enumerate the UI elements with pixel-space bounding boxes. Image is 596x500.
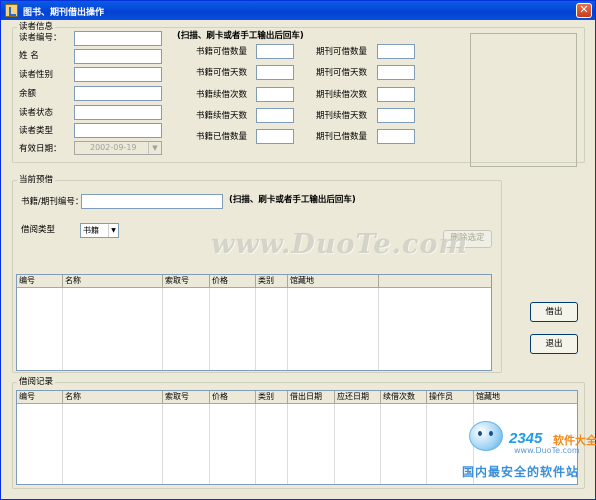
journal-borrowable-count-label: 期刊可借数量 — [316, 47, 368, 57]
current-col-name[interactable]: 名称 — [63, 275, 163, 288]
borrow-type-value: 书籍 — [83, 226, 99, 235]
book-borrowed-count-label: 书籍已借数量 — [196, 132, 248, 142]
close-button[interactable]: ✕ — [576, 3, 592, 18]
book-borrowable-count-label: 书籍可借数量 — [196, 47, 248, 57]
history-col-callno[interactable]: 索取号 — [163, 391, 210, 404]
chevron-down-icon[interactable]: ▼ — [108, 224, 118, 237]
journal-renew-times-label: 期刊续借次数 — [316, 90, 368, 100]
borrow-type-label: 借阅类型 — [21, 225, 56, 235]
book-borrowable-days-label: 书籍可借天数 — [196, 68, 248, 78]
history-col-name[interactable]: 名称 — [63, 391, 163, 404]
logo-url: www.DuoTe.com — [514, 446, 580, 455]
grid-line — [209, 288, 210, 370]
grid-line — [287, 288, 288, 370]
grid-line — [334, 404, 335, 484]
current-borrow-legend: 当前预借 — [17, 175, 56, 186]
balance-field[interactable] — [74, 86, 162, 101]
history-col-renew-count[interactable]: 续借次数 — [381, 391, 427, 404]
type-label: 读者类型 — [19, 126, 54, 136]
book-renew-days-label: 书籍续借天数 — [196, 111, 248, 121]
name-field[interactable] — [74, 49, 162, 64]
history-col-price[interactable]: 价格 — [210, 391, 256, 404]
book-renew-times-label: 书籍续借次数 — [196, 90, 248, 100]
exit-button[interactable]: 退出 — [530, 334, 578, 354]
logo-slogan: 国内最安全的软件站 — [462, 465, 580, 479]
close-icon: ✕ — [579, 3, 589, 16]
status-field[interactable] — [74, 105, 162, 120]
main-window: 图书、期刊借出操作 ✕ 读者信息 读者编号： (扫描、刷卡或者手工输出后回车) … — [0, 0, 596, 500]
grid-line — [62, 404, 63, 484]
current-col-id[interactable]: 编号 — [17, 275, 63, 288]
type-field[interactable] — [74, 123, 162, 138]
grid-line — [62, 288, 63, 370]
name-label: 姓 名 — [19, 51, 39, 61]
current-col-price[interactable]: 价格 — [210, 275, 256, 288]
journal-renew-days-field[interactable] — [377, 108, 415, 123]
journal-borrowable-days-field[interactable] — [377, 65, 415, 80]
lend-button[interactable]: 借出 — [530, 302, 578, 322]
item-scan-hint: (扫描、刷卡或者手工输出后回车) — [229, 195, 356, 205]
grid-line — [162, 404, 163, 484]
current-col-category[interactable]: 类别 — [256, 275, 288, 288]
history-col-due-date[interactable]: 应还日期 — [335, 391, 381, 404]
title-bar[interactable]: 图书、期刊借出操作 ✕ — [1, 1, 595, 20]
current-col-callno[interactable]: 索取号 — [163, 275, 210, 288]
history-legend: 借阅记录 — [17, 377, 56, 388]
reader-photo — [470, 33, 577, 167]
book-borrowed-count-field[interactable] — [256, 129, 294, 144]
book-renew-days-field[interactable] — [256, 108, 294, 123]
logo-brand-number: 2345 — [509, 430, 543, 447]
item-id-input[interactable] — [81, 194, 223, 209]
mascot-logo-icon — [469, 421, 503, 451]
expiry-date-value: 2002-09-19 — [90, 143, 137, 152]
status-label: 读者状态 — [19, 108, 54, 118]
chevron-down-icon[interactable]: ▼ — [148, 142, 161, 154]
grid-line — [380, 404, 381, 484]
grid-line — [255, 404, 256, 484]
journal-renew-times-field[interactable] — [377, 87, 415, 102]
grid-line — [378, 288, 379, 370]
window-title: 图书、期刊借出操作 — [23, 8, 105, 18]
balance-label: 余额 — [19, 89, 37, 99]
reader-scan-hint: (扫描、刷卡或者手工输出后回车) — [177, 31, 304, 41]
gender-field[interactable] — [74, 67, 162, 82]
reader-id-label: 读者编号： — [19, 33, 62, 43]
grid-line — [287, 404, 288, 484]
watermark: www.DuoTe.com — [211, 229, 469, 260]
grid-line — [255, 288, 256, 370]
borrow-type-select[interactable]: 书籍 ▼ — [80, 223, 119, 238]
grid-line — [426, 404, 427, 484]
journal-renew-days-label: 期刊续借天数 — [316, 111, 368, 121]
expiry-date-picker[interactable]: 2002-09-19 ▼ — [74, 141, 162, 155]
book-borrowable-days-field[interactable] — [256, 65, 294, 80]
gender-label: 读者性别 — [19, 70, 54, 80]
journal-borrowed-count-field[interactable] — [377, 129, 415, 144]
book-renew-times-field[interactable] — [256, 87, 294, 102]
current-table-header: 编号 名称 索取号 价格 类别 馆藏地 — [17, 275, 491, 288]
expiry-label: 有效日期： — [19, 144, 62, 154]
book-borrowable-count-field[interactable] — [256, 44, 294, 59]
history-col-id[interactable]: 编号 — [17, 391, 63, 404]
history-col-operator[interactable]: 操作员 — [427, 391, 474, 404]
journal-borrowed-count-label: 期刊已借数量 — [316, 132, 368, 142]
current-col-location[interactable]: 馆藏地 — [288, 275, 379, 288]
current-borrow-table[interactable]: 编号 名称 索取号 价格 类别 馆藏地 — [16, 274, 492, 371]
history-table-header: 编号 名称 索取号 价格 类别 借出日期 应还日期 续借次数 操作员 馆藏地 — [17, 391, 577, 404]
history-col-category[interactable]: 类别 — [256, 391, 288, 404]
grid-line — [162, 288, 163, 370]
history-col-location[interactable]: 馆藏地 — [474, 391, 577, 404]
reader-id-input[interactable] — [74, 31, 162, 46]
grid-line — [209, 404, 210, 484]
journal-borrowable-days-label: 期刊可借天数 — [316, 68, 368, 78]
item-id-label: 书籍/期刊编号： — [21, 197, 84, 207]
journal-borrowable-count-field[interactable] — [377, 44, 415, 59]
history-col-lend-date[interactable]: 借出日期 — [288, 391, 335, 404]
app-icon — [5, 4, 18, 17]
